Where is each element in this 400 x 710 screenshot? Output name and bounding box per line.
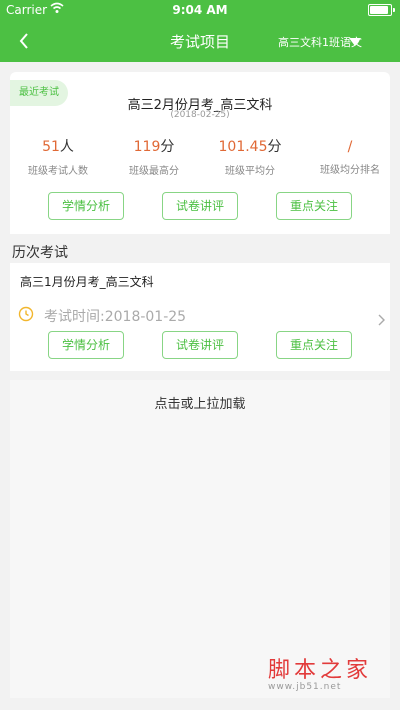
history-exam-title: 高三1月份月考_高三文科 <box>20 275 154 289</box>
stat-label: 班级考试人数 <box>28 166 88 177</box>
stat-value: 101.45 <box>218 139 268 155</box>
watermark-text: 脚本之家 <box>268 658 373 683</box>
stat-label: 班级最高分 <box>129 166 179 177</box>
stat-value: 51 <box>42 139 60 155</box>
status-time: 9:04 AM <box>172 3 228 17</box>
stat-value: / <box>347 139 353 155</box>
battery-icon <box>368 4 395 16</box>
stat-unit: 人 <box>59 139 74 155</box>
watermark-logo: 脚本之家 www.jb51.net <box>268 652 386 692</box>
stat-student-count: 51人 班级考试人数 <box>10 136 106 177</box>
history-exam-time: 考试时间:2018-01-25 <box>44 309 187 325</box>
status-bar: Carrier 9:04 AM <box>0 0 400 20</box>
stat-label: 班级平均分 <box>225 166 275 177</box>
dropdown-caret-icon[interactable] <box>349 38 361 46</box>
paper-review-button[interactable]: 试卷讲评 <box>162 331 238 359</box>
history-section-title: 历次考试 <box>12 245 68 261</box>
nav-bar: 考试项目 高三文科1班语文 <box>0 20 400 62</box>
key-focus-button[interactable]: 重点关注 <box>276 192 352 220</box>
stat-unit: 分 <box>267 139 282 155</box>
stat-average-rank: / 班级均分排名 <box>302 136 398 176</box>
load-more-button[interactable]: 点击或上拉加载 <box>0 393 400 412</box>
recent-exam-card: 最近考试 高三2月份月考_高三文科 (2018-02-25) 51人 班级考试人… <box>10 72 390 234</box>
chevron-right-icon[interactable] <box>378 314 386 326</box>
history-exam-item[interactable]: 高三1月份月考_高三文科 考试时间:2018-01-25 学情分析 试卷讲评 重… <box>10 263 390 371</box>
key-focus-button[interactable]: 重点关注 <box>276 331 352 359</box>
stat-value: 119 <box>133 139 161 155</box>
paper-review-button[interactable]: 试卷讲评 <box>162 192 238 220</box>
stat-highest-score: 119分 班级最高分 <box>106 136 202 177</box>
clock-icon <box>18 306 34 322</box>
analysis-button[interactable]: 学情分析 <box>48 331 124 359</box>
stat-unit: 分 <box>160 139 175 155</box>
stat-label: 班级均分排名 <box>320 165 380 176</box>
stat-average-score: 101.45分 班级平均分 <box>202 136 298 177</box>
content-panel <box>10 380 390 698</box>
exam-date: (2018-02-25) <box>170 110 230 120</box>
analysis-button[interactable]: 学情分析 <box>48 192 124 220</box>
